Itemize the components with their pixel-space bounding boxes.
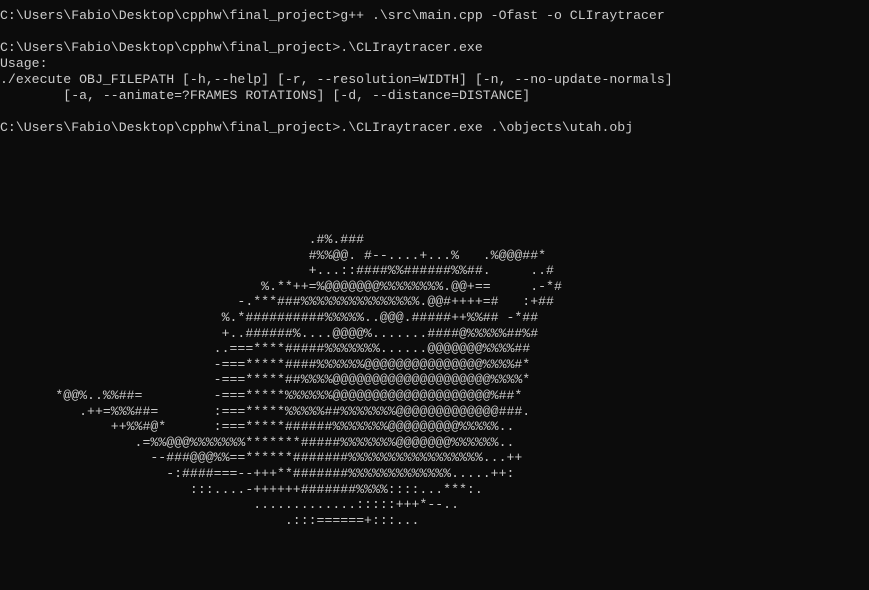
ascii-render-row: +...::####%%######%%##. ..# <box>0 263 554 279</box>
ascii-render-row: --###@@@%%==******#######%%%%%%%%%%%%%%%… <box>0 450 523 466</box>
command-line: C:\Users\Fabio\Desktop\cpphw\final_proje… <box>0 120 634 135</box>
ascii-render-row: #%%@@. #--....+...% .%@@@##* <box>0 247 547 263</box>
terminal-window[interactable]: C:\Users\Fabio\Desktop\cpphw\final_proje… <box>0 0 869 590</box>
ascii-teapot-render: .#%.### #%%@@. #--....+...% .%@@@##* +..… <box>0 232 562 528</box>
ascii-render-row: ..===****#####%%%%%%%......@@@@@@@%%%%## <box>0 341 531 357</box>
ascii-render-row: *@@%..%%##= -===*****%%%%%%@@@@@@@@@@@@@… <box>0 387 523 403</box>
ascii-render-row: -===*****####%%%%%%@@@@@@@@@@@@@@@%%%%#* <box>0 356 531 372</box>
ascii-render-row: +..######%....@@@@%.......####@%%%%%##%# <box>0 325 539 341</box>
ascii-render-row: %.**++=%@@@@@@@%%%%%%%%.@@+== .-*# <box>0 278 562 294</box>
ascii-render-row: .++=%%%##= :===*****%%%%%##%%%%%%%@@@@@@… <box>0 403 531 419</box>
ascii-render-row: -:####===--+++**#######%%%%%%%%%%%%%....… <box>0 465 515 481</box>
ascii-render-row: ++%%#@* :===*****######%%%%%%%@@@@@@@@@%… <box>0 419 515 435</box>
ascii-render-row: .=%%@@@%%%%%%%*******#####%%%%%%%@@@@@@@… <box>0 434 515 450</box>
ascii-render-row: :::....-++++++#######%%%%::::...***:. <box>0 481 483 497</box>
ascii-render-row: .:::======+:::... <box>0 512 420 528</box>
ascii-render-row: .............:::::+++*--.. <box>0 497 459 513</box>
command-line: C:\Users\Fabio\Desktop\cpphw\final_proje… <box>0 8 665 23</box>
ascii-render-row: -===*****##%%%%@@@@@@@@@@@@@@@@@@@@%%%%* <box>0 372 531 388</box>
usage-line: ./execute OBJ_FILEPATH [-h,--help] [-r, … <box>0 72 673 87</box>
usage-line: [-a, --animate=?FRAMES ROTATIONS] [-d, -… <box>0 88 531 103</box>
command-line: C:\Users\Fabio\Desktop\cpphw\final_proje… <box>0 40 483 55</box>
ascii-render-row: %.*##########%%%%%..@@@.#####++%%## -*## <box>0 309 539 325</box>
ascii-render-row: .#%.### <box>0 232 365 247</box>
usage-header: Usage: <box>0 56 48 71</box>
ascii-render-row: -.***###%%%%%%%%%%%%%%%.@@#++++=# :+## <box>0 294 554 310</box>
